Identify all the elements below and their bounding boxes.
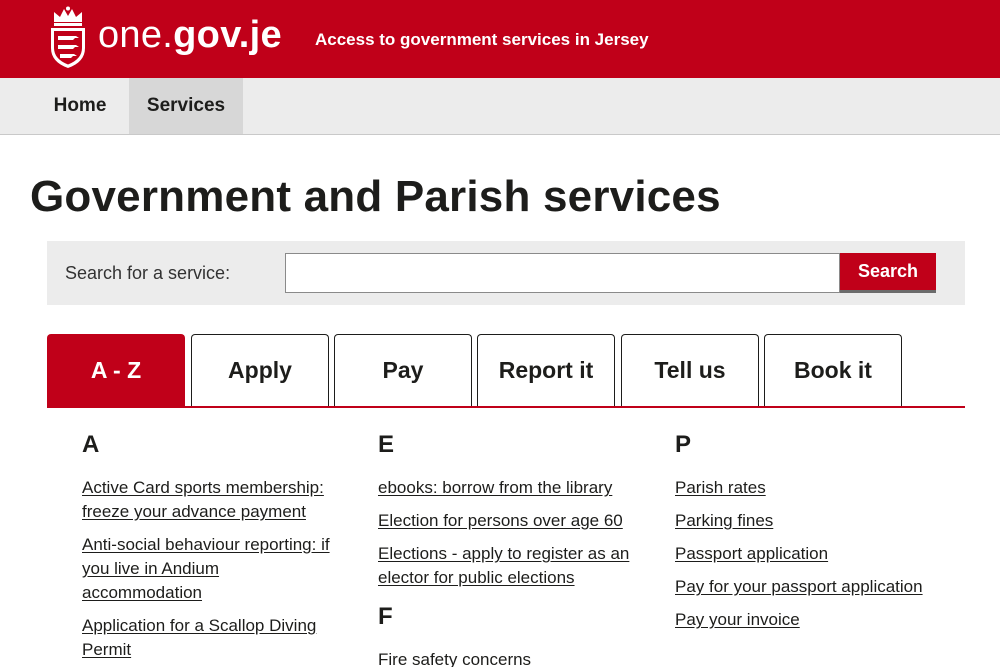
- service-link[interactable]: Pay your invoice: [675, 610, 800, 629]
- brand-light-text: one.: [98, 14, 174, 56]
- brand-bold-text: gov.je: [173, 14, 282, 56]
- service-link[interactable]: Anti-social behaviour reporting: if you …: [82, 535, 330, 602]
- service-link[interactable]: Parking fines: [675, 511, 773, 530]
- service-link[interactable]: Election for persons over age 60: [378, 511, 623, 530]
- search-input[interactable]: [285, 253, 840, 293]
- service-link-list: Parish rates Parking fines Passport appl…: [675, 476, 935, 632]
- search-button[interactable]: Search: [840, 253, 936, 293]
- az-column-2: E ebooks: borrow from the library Electi…: [378, 428, 638, 667]
- nav-item-home[interactable]: Home: [34, 78, 126, 134]
- service-link[interactable]: Pay for your passport application: [675, 577, 923, 596]
- section-letter: A: [82, 431, 100, 458]
- section-letter: F: [378, 603, 393, 630]
- service-link-list: Active Card sports membership: freeze yo…: [82, 476, 342, 662]
- service-link-list: ebooks: borrow from the library Election…: [378, 476, 638, 590]
- page-title: Government and Parish services: [30, 172, 721, 221]
- section-letter: P: [675, 431, 692, 458]
- tab-pay[interactable]: Pay: [334, 334, 472, 406]
- tab-tell-us[interactable]: Tell us: [621, 334, 759, 406]
- nav-item-services[interactable]: Services: [129, 78, 243, 134]
- search-label: Search for a service:: [65, 263, 231, 283]
- service-link[interactable]: Fire safety concerns: [378, 650, 531, 667]
- tab-book-it[interactable]: Book it: [764, 334, 902, 406]
- jersey-crest-icon[interactable]: [46, 6, 90, 70]
- service-link[interactable]: ebooks: borrow from the library: [378, 478, 612, 497]
- site-tagline: Access to government services in Jersey: [315, 30, 649, 49]
- az-column-3: P Parish rates Parking fines Passport ap…: [675, 428, 935, 641]
- service-link[interactable]: Elections - apply to register as an elec…: [378, 544, 629, 587]
- tab-a-z[interactable]: A - Z: [47, 334, 185, 406]
- az-column-1: A Active Card sports membership: freeze …: [82, 428, 342, 667]
- service-link[interactable]: Passport application: [675, 544, 828, 563]
- service-tabs: A - Z Apply Pay Report it Tell us Book i…: [47, 334, 965, 408]
- tab-report-it[interactable]: Report it: [477, 334, 615, 406]
- service-link[interactable]: Application for a Scallop Diving Permit: [82, 616, 316, 659]
- service-link[interactable]: Active Card sports membership: freeze yo…: [82, 478, 324, 521]
- service-link[interactable]: Parish rates: [675, 478, 766, 497]
- site-logo-text[interactable]: one. gov.je: [98, 14, 282, 62]
- search-panel: Search for a service: Search: [47, 241, 965, 305]
- section-letter: E: [378, 431, 395, 458]
- main-nav: Home Services: [0, 78, 1000, 135]
- site-header: one. gov.je Access to government service…: [0, 0, 1000, 78]
- service-link-list: Fire safety concerns: [378, 648, 638, 667]
- tab-apply[interactable]: Apply: [191, 334, 329, 406]
